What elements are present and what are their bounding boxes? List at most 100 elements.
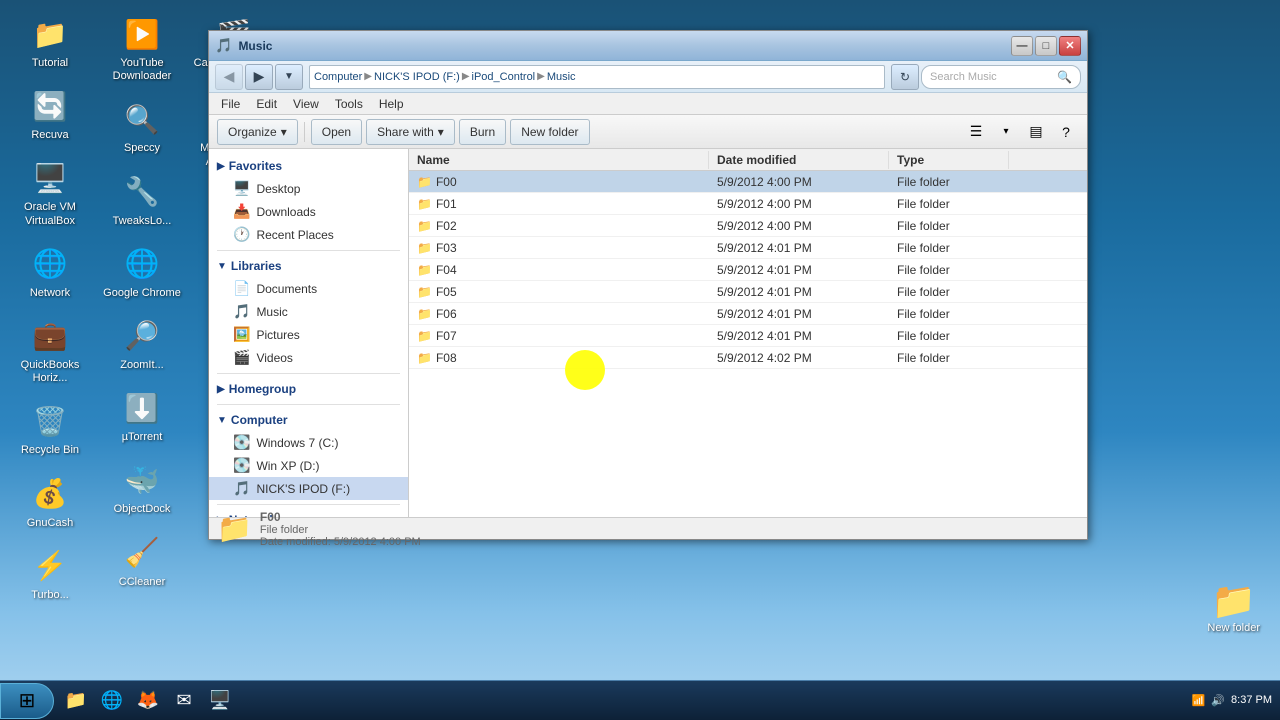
- desktop-icon-objectdock[interactable]: 🐳 ObjectDock: [97, 456, 187, 520]
- taskbar-explorer[interactable]: 📁: [58, 683, 94, 719]
- crumb-ipod[interactable]: NICK'S IPOD (F:): [374, 71, 460, 83]
- file-date-1: 5/9/2012 4:00 PM: [709, 195, 889, 213]
- desktop-icon-recycle[interactable]: 🗑️ Recycle Bin: [5, 397, 95, 461]
- open-button[interactable]: Open: [311, 119, 362, 145]
- file-name-1: 📁F01: [409, 195, 709, 213]
- sidebar-item-pictures[interactable]: 🖼️ Pictures: [209, 323, 408, 346]
- share-chevron: ▾: [438, 125, 444, 139]
- file-row-8[interactable]: 📁F08 5/9/2012 4:02 PM File folder: [409, 347, 1087, 369]
- icon-label-chrome: Google Chrome: [103, 287, 181, 300]
- homegroup-header[interactable]: ▶ Homegroup: [209, 378, 408, 400]
- sidebar-item-desktop[interactable]: 🖥️ Desktop: [209, 177, 408, 200]
- new-folder-button[interactable]: New folder: [510, 119, 589, 145]
- back-button[interactable]: ◀: [215, 64, 243, 90]
- favorites-header[interactable]: ▶ Favorites: [209, 155, 408, 177]
- icon-label-recycle: Recycle Bin: [21, 444, 79, 457]
- maximize-button[interactable]: □: [1035, 36, 1057, 56]
- menu-help[interactable]: Help: [371, 95, 412, 113]
- desktop-icon-oracle[interactable]: 🖥️ Oracle VM VirtualBox: [5, 154, 95, 231]
- file-folder-icon-1: 📁: [417, 197, 432, 211]
- menu-view[interactable]: View: [285, 95, 327, 113]
- sidebar-recent-label: Recent Places: [256, 228, 333, 242]
- desktop-icon-youtube[interactable]: ▶️ YouTube Downloader: [97, 10, 187, 87]
- header-type[interactable]: Type: [889, 151, 1009, 169]
- view-details-button[interactable]: ☰: [963, 119, 989, 145]
- view-dropdown-button[interactable]: ▾: [993, 119, 1019, 145]
- icon-label-turbo: Turbo...: [31, 589, 69, 602]
- desktop-icon-utorrent[interactable]: ⬇️ µTorrent: [97, 384, 187, 448]
- help-button[interactable]: ?: [1053, 119, 1079, 145]
- taskbar-ie[interactable]: 🌐: [94, 683, 130, 719]
- taskbar-desktop[interactable]: 🖥️: [202, 683, 238, 719]
- file-name-4: 📁F04: [409, 261, 709, 279]
- sidebar-item-downloads[interactable]: 📥 Downloads: [209, 200, 408, 223]
- file-row-1[interactable]: 📁F01 5/9/2012 4:00 PM File folder: [409, 193, 1087, 215]
- sidebar-ipod-label: NICK'S IPOD (F:): [256, 482, 350, 496]
- crumb-ipodcontrol[interactable]: iPod_Control: [472, 71, 536, 83]
- search-box[interactable]: Search Music 🔍: [921, 65, 1081, 89]
- file-row-7[interactable]: 📁F07 5/9/2012 4:01 PM File folder: [409, 325, 1087, 347]
- sidebar-item-videos[interactable]: 🎬 Videos: [209, 346, 408, 369]
- close-button[interactable]: ✕: [1059, 36, 1081, 56]
- sidebar-item-recent[interactable]: 🕐 Recent Places: [209, 223, 408, 246]
- desktop-icon-tweaks[interactable]: 🔧 TweaksLo...: [97, 168, 187, 232]
- icon-label-quickbooks: QuickBooks Horiz...: [9, 359, 91, 385]
- sidebar-pictures-label: Pictures: [256, 328, 299, 342]
- minimize-button[interactable]: —: [1011, 36, 1033, 56]
- file-row-2[interactable]: 📁F02 5/9/2012 4:00 PM File folder: [409, 215, 1087, 237]
- desktop-icon-tutorial[interactable]: 📁 Tutorial: [5, 10, 95, 74]
- crumb-computer[interactable]: Computer: [314, 71, 362, 83]
- desktop-icon-chrome[interactable]: 🌐 Google Chrome: [97, 240, 187, 304]
- sidebar-item-win7[interactable]: 💽 Windows 7 (C:): [209, 431, 408, 454]
- burn-button[interactable]: Burn: [459, 119, 506, 145]
- desktop-icon-speccy[interactable]: 🔍 Speccy: [97, 95, 187, 159]
- menu-edit[interactable]: Edit: [248, 95, 285, 113]
- taskbar-tray: 📶 🔊 8:37 PM: [1184, 693, 1280, 707]
- taskbar-mail[interactable]: ✉: [166, 683, 202, 719]
- preview-pane-button[interactable]: ▤: [1023, 119, 1049, 145]
- sidebar-item-music[interactable]: 🎵 Music: [209, 300, 408, 323]
- crumb-music[interactable]: Music: [547, 71, 576, 83]
- music-icon-small: 🎵: [233, 303, 250, 320]
- desktop-icon-ccleaner[interactable]: 🧹 CCleaner: [97, 529, 187, 593]
- file-row-6[interactable]: 📁F06 5/9/2012 4:01 PM File folder: [409, 303, 1087, 325]
- sep3: ▶: [537, 71, 545, 82]
- icon-label-recuva: Recuva: [31, 129, 68, 142]
- organize-button[interactable]: Organize ▾: [217, 119, 298, 145]
- desktop-icon-turbo[interactable]: ⚡ Turbo...: [5, 542, 95, 606]
- header-date[interactable]: Date modified: [709, 151, 889, 169]
- libraries-header[interactable]: ▼ Libraries: [209, 255, 408, 277]
- menu-tools[interactable]: Tools: [327, 95, 371, 113]
- file-folder-icon-4: 📁: [417, 263, 432, 277]
- main-content: ▶ Favorites 🖥️ Desktop 📥 Downloads 🕐 Rec…: [209, 149, 1087, 517]
- desktop-icon-quickbooks[interactable]: 💼 QuickBooks Horiz...: [5, 312, 95, 389]
- file-folder-icon-3: 📁: [417, 241, 432, 255]
- address-bar[interactable]: Computer ▶ NICK'S IPOD (F:) ▶ iPod_Contr…: [309, 65, 885, 89]
- file-date-8: 5/9/2012 4:02 PM: [709, 349, 889, 367]
- file-row-5[interactable]: 📁F05 5/9/2012 4:01 PM File folder: [409, 281, 1087, 303]
- desktop-icon-network[interactable]: 🌐 Network: [5, 240, 95, 304]
- icon-label-tutorial: Tutorial: [32, 57, 68, 70]
- header-name[interactable]: Name: [409, 151, 709, 169]
- menu-file[interactable]: File: [213, 95, 248, 113]
- dropdown-button[interactable]: ▼: [275, 64, 303, 90]
- forward-button[interactable]: ▶: [245, 64, 273, 90]
- status-type: File folder: [260, 524, 421, 536]
- desktop-icon-gnucash[interactable]: 💰 GnuCash: [5, 470, 95, 534]
- share-with-button[interactable]: Share with ▾: [366, 119, 455, 145]
- refresh-button[interactable]: ↻: [891, 64, 919, 90]
- file-row-4[interactable]: 📁F04 5/9/2012 4:01 PM File folder: [409, 259, 1087, 281]
- sidebar-item-ipod[interactable]: 🎵 NICK'S IPOD (F:): [209, 477, 408, 500]
- file-folder-icon-6: 📁: [417, 307, 432, 321]
- start-button[interactable]: ⊞: [0, 683, 54, 719]
- libraries-label: Libraries: [231, 259, 282, 273]
- file-row-3[interactable]: 📁F03 5/9/2012 4:01 PM File folder: [409, 237, 1087, 259]
- sidebar-item-documents[interactable]: 📄 Documents: [209, 277, 408, 300]
- file-row-0[interactable]: 📁F00 5/9/2012 4:00 PM File folder: [409, 171, 1087, 193]
- desktop-new-folder[interactable]: 📁 New folder: [1207, 580, 1260, 634]
- taskbar-firefox[interactable]: 🦊: [130, 683, 166, 719]
- desktop-icon-zoomit[interactable]: 🔎 ZoomIt...: [97, 312, 187, 376]
- sidebar-item-winxp[interactable]: 💽 Win XP (D:): [209, 454, 408, 477]
- computer-header[interactable]: ▼ Computer: [209, 409, 408, 431]
- desktop-icon-recuva[interactable]: 🔄 Recuva: [5, 82, 95, 146]
